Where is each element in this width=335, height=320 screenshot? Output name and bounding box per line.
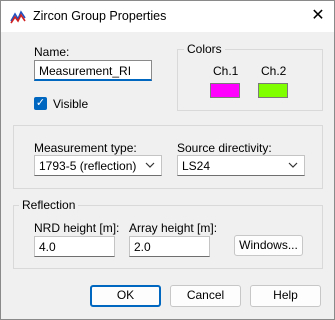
measurement-type-select[interactable]: 1793-5 (reflection)	[34, 155, 162, 176]
cancel-button[interactable]: Cancel	[170, 285, 241, 307]
ch2-color-swatch[interactable]	[258, 83, 288, 98]
windows-button[interactable]: Windows...	[234, 235, 303, 256]
colors-group-title: Colors	[184, 42, 225, 56]
name-input[interactable]: Measurement_RI	[34, 60, 152, 81]
close-icon[interactable]: ✕	[308, 6, 328, 26]
measurement-type-label: Measurement type:	[34, 141, 137, 155]
source-directivity-select[interactable]: LS24	[177, 155, 305, 176]
source-directivity-label: Source directivity:	[177, 141, 272, 155]
nrd-height-input[interactable]: 4.0	[34, 236, 115, 257]
reflection-group-title: Reflection	[19, 198, 79, 212]
ch1-color-swatch[interactable]	[210, 83, 240, 98]
ch1-label: Ch.1	[213, 64, 239, 78]
array-height-label: Array height [m]:	[129, 221, 218, 235]
title-bar: Zircon Group Properties ✕	[1, 1, 334, 32]
chevron-down-icon	[145, 162, 155, 168]
visible-label: Visible	[53, 97, 89, 111]
dialog-window: Zircon Group Properties ✕ Name: Measurem…	[0, 0, 335, 320]
measurement-type-value: 1793-5 (reflection)	[39, 159, 137, 173]
app-icon	[10, 10, 26, 24]
ok-button[interactable]: OK	[90, 285, 161, 307]
array-height-input[interactable]: 2.0	[129, 236, 210, 257]
chevron-down-icon	[288, 162, 298, 168]
nrd-height-label: NRD height [m]:	[34, 221, 120, 235]
window-title: Zircon Group Properties	[33, 9, 167, 23]
ch2-label: Ch.2	[261, 64, 287, 78]
source-directivity-value: LS24	[182, 159, 211, 173]
name-label: Name:	[34, 45, 70, 59]
help-button[interactable]: Help	[250, 285, 321, 307]
colors-group	[177, 49, 323, 111]
visible-checkbox[interactable]: ✓	[34, 97, 47, 110]
